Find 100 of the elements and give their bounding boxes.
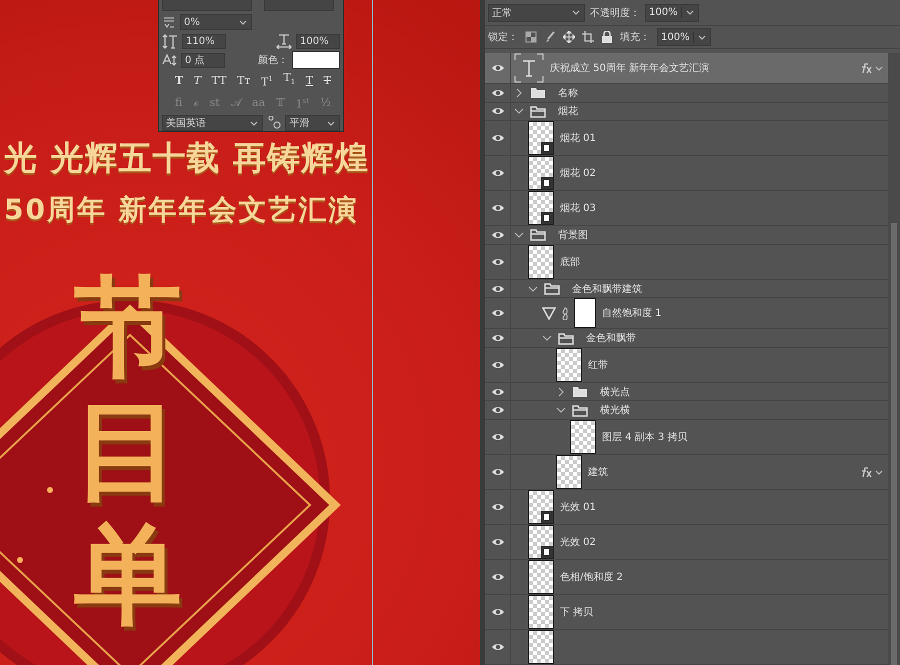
layer-name: 名称 xyxy=(558,86,578,100)
text-style-button[interactable]: T xyxy=(174,74,184,88)
text-style-button[interactable]: T xyxy=(192,74,202,88)
layer-thumbnail xyxy=(528,630,554,664)
horizontal-scale-icon xyxy=(276,33,292,49)
color-swatch[interactable] xyxy=(292,51,340,69)
lock-transparency-icon xyxy=(525,31,537,43)
layer-name: 底部 xyxy=(560,256,580,269)
layer-name: 烟花 02 xyxy=(560,166,596,180)
caret-icon xyxy=(249,118,260,128)
layer-row[interactable]: 庆祝成立 50周年 新年年会文艺汇演 xyxy=(485,53,888,84)
kerning-dropdown[interactable]: 0% xyxy=(180,14,252,30)
folder-icon xyxy=(572,385,588,398)
layer-row[interactable] xyxy=(485,630,888,665)
layer-name: 建筑 xyxy=(588,466,608,480)
vibrance-triangle-icon xyxy=(542,306,556,320)
poster-headline: 光 光辉五十载 再铸辉煌 xyxy=(4,137,370,179)
layer-row[interactable]: 红带 xyxy=(485,348,888,383)
caret-icon xyxy=(696,32,707,42)
smart-object-thumbnail xyxy=(528,191,554,226)
layer-row[interactable]: 名称 xyxy=(485,84,888,103)
folder-icon xyxy=(530,104,546,118)
artboard-icon xyxy=(582,31,594,43)
text-style-button[interactable]: TT xyxy=(210,74,228,88)
smart-object-thumbnail xyxy=(528,490,554,524)
baseline-shift-field[interactable]: 0 点 xyxy=(181,52,225,68)
layer-row[interactable]: 烟花 01 xyxy=(485,121,888,156)
layer-row[interactable]: 自然饱和度 1 xyxy=(485,298,888,330)
layer-mask-thumbnail xyxy=(574,298,596,328)
layer-row[interactable]: 背景图 xyxy=(485,226,888,245)
layer-thumbnail xyxy=(528,560,554,594)
layer-name: 金色和飘带 xyxy=(586,332,636,346)
layer-row[interactable]: 烟花 02 xyxy=(485,156,888,192)
layer-thumbnail xyxy=(528,595,554,630)
horizontal-scale-field[interactable]: 100% xyxy=(296,34,340,48)
opacity-label: 不透明度： xyxy=(590,6,640,20)
layer-name: 横光横 xyxy=(600,404,630,418)
text-style-button[interactable]: T$_{1}$ xyxy=(282,71,296,90)
lock-icon xyxy=(601,31,613,43)
layer-row[interactable]: 底部 xyxy=(485,244,888,280)
layer-row[interactable]: 烟花 03 xyxy=(485,191,888,226)
fill-field[interactable]: 100% xyxy=(657,28,711,46)
layer-row[interactable]: 横光点 xyxy=(485,382,888,402)
layer-name: 烟花 03 xyxy=(560,202,596,216)
text-style-button[interactable]: Tт xyxy=(236,74,252,88)
layer-row[interactable]: 色相/饱和度 2 xyxy=(485,560,888,596)
color-label: 颜色： xyxy=(258,54,288,67)
layer-name: 金色和飘带建筑 xyxy=(572,282,642,296)
layer-name: 光效 02 xyxy=(560,536,596,550)
layer-name: 自然饱和度 1 xyxy=(602,306,662,320)
caret-icon xyxy=(571,8,581,17)
layer-thumbnail xyxy=(528,244,554,279)
folder-icon xyxy=(530,228,546,242)
layer-name: 色相/饱和度 2 xyxy=(560,570,623,584)
layer-name: 红带 xyxy=(588,358,608,372)
text-layer-icon xyxy=(514,53,544,83)
opacity-field[interactable]: 100% xyxy=(645,4,699,22)
layer-name: 烟花 xyxy=(558,104,578,118)
layer-thumbnail xyxy=(556,455,582,490)
layer-name: 烟花 01 xyxy=(560,132,596,146)
lock-label: 锁定： xyxy=(488,30,518,44)
caret-icon xyxy=(238,18,248,26)
caret-icon xyxy=(684,8,695,17)
layer-name: 图层 4 副本 3 拷贝 xyxy=(602,430,688,444)
folder-icon xyxy=(530,86,546,100)
blend-mode-dropdown[interactable]: 正常 xyxy=(488,4,585,22)
layer-name: 光效 01 xyxy=(560,500,596,514)
layer-row[interactable]: 烟花 xyxy=(485,102,888,122)
layer-row[interactable]: 光效 01 xyxy=(485,490,888,526)
smart-object-thumbnail xyxy=(528,525,554,560)
smart-object-thumbnail xyxy=(528,156,554,190)
layer-row[interactable]: 金色和飘带 xyxy=(485,329,888,348)
smart-object-thumbnail xyxy=(528,121,554,156)
antialias-dropdown[interactable]: 平滑 xyxy=(285,115,340,131)
antialias-icon xyxy=(267,116,282,130)
poster-subheadline: 50周年 新年年会文艺汇演 xyxy=(4,192,360,228)
caret-icon xyxy=(326,118,336,128)
scrollbar[interactable] xyxy=(888,53,900,665)
layer-row[interactable]: 图层 4 副本 3 拷贝 xyxy=(485,420,888,456)
language-dropdown[interactable]: 美国英语 xyxy=(162,115,264,131)
layer-row[interactable]: 金色和飘带建筑 xyxy=(485,280,888,298)
layer-row[interactable]: 光效 02 xyxy=(485,525,888,560)
brush-icon xyxy=(544,31,556,43)
text-style-button[interactable]: T xyxy=(322,74,332,88)
link-icon xyxy=(562,306,568,320)
layer-row[interactable]: 横光横 xyxy=(485,401,888,420)
vertical-scale-field[interactable]: 110% xyxy=(182,34,226,48)
text-style-button[interactable]: T$^{1}$ xyxy=(260,72,274,90)
layer-name: 下 拷贝 xyxy=(560,606,594,620)
baseline-shift-icon xyxy=(162,53,177,67)
folder-icon xyxy=(544,282,560,296)
layer-name: 横光点 xyxy=(600,386,630,399)
vertical-scale-icon xyxy=(162,34,178,48)
text-style-button[interactable]: T xyxy=(304,74,314,88)
scrollbar-thumb[interactable] xyxy=(891,223,897,665)
caret-icon xyxy=(874,64,884,72)
layer-row[interactable]: 建筑 xyxy=(485,455,888,490)
layer-thumbnail xyxy=(556,348,582,382)
layer-row[interactable]: 下 拷贝 xyxy=(485,595,888,630)
poster-title-character: 单 xyxy=(74,517,183,635)
